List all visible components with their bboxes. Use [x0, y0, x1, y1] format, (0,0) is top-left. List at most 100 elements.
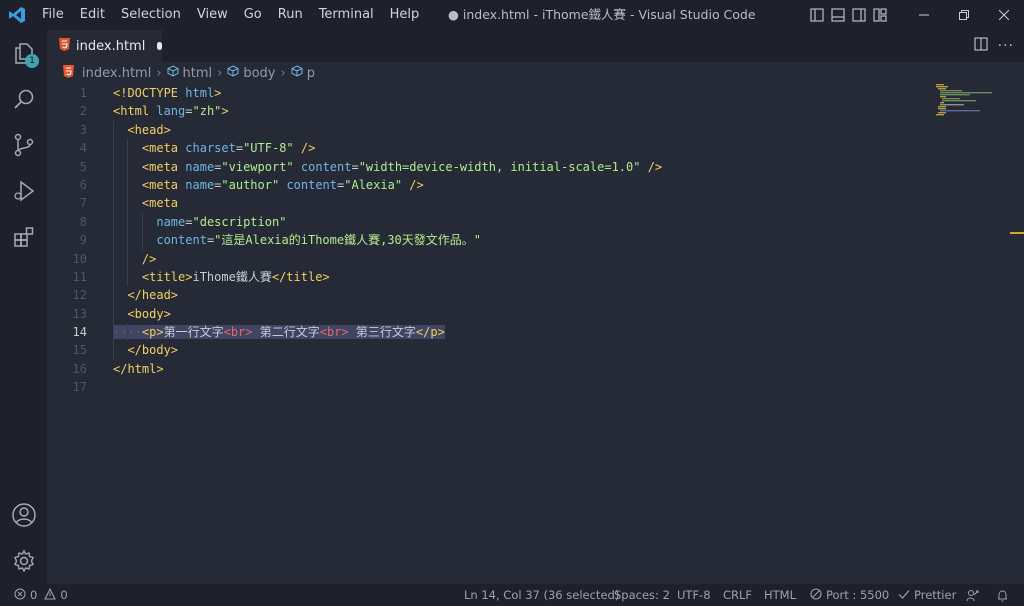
menu-help[interactable]: Help: [382, 0, 428, 30]
code-line[interactable]: <title>iThome鐵人賽</title>: [113, 267, 933, 287]
line-number: 3: [79, 122, 87, 137]
code-line[interactable]: <head>: [113, 120, 933, 140]
code-line[interactable]: <!DOCTYPE html>: [113, 84, 933, 102]
indent-guide: [113, 139, 114, 158]
code-token: />: [300, 141, 316, 156]
minimize-icon[interactable]: [904, 0, 944, 30]
code-token: <meta: [141, 159, 179, 174]
indent-guide: [113, 304, 114, 324]
indent-guide: [141, 212, 143, 232]
feedback-icon[interactable]: [966, 584, 979, 606]
more-actions-icon[interactable]: ···: [998, 38, 1014, 54]
line-number: 10: [72, 251, 87, 266]
code-line[interactable]: [113, 378, 933, 396]
encoding-setting[interactable]: UTF-8: [677, 584, 711, 606]
code-token: "author": [221, 177, 280, 192]
menu-go[interactable]: Go: [236, 0, 270, 30]
code-line[interactable]: <body>: [113, 304, 933, 324]
search-icon[interactable]: [0, 76, 47, 122]
menu-file[interactable]: File: [34, 0, 72, 30]
manage-gear-icon[interactable]: [0, 538, 47, 584]
indent-guide: [127, 157, 129, 176]
code-line[interactable]: <meta: [113, 194, 933, 213]
toggle-panel-icon[interactable]: [827, 0, 848, 30]
indent-guide: [113, 157, 114, 176]
code-editor[interactable]: <!DOCTYPE html> <html lang="zh"> <head> <…: [113, 84, 933, 397]
breadcrumb-file[interactable]: index.html: [63, 64, 151, 82]
accounts-icon[interactable]: [0, 492, 47, 538]
code-line[interactable]: content="這是Alexia的iThome鐵人賽,30天發文作品。": [113, 231, 933, 250]
extensions-icon[interactable]: [0, 214, 47, 260]
code-line[interactable]: <meta name="viewport" content="width=dev…: [113, 157, 933, 176]
breadcrumb-html[interactable]: html: [167, 65, 212, 81]
code-line[interactable]: </html>: [113, 360, 933, 378]
code-token: >: [214, 86, 222, 100]
tab-bar: index.html ···: [47, 30, 1024, 62]
menu-selection[interactable]: Selection: [113, 0, 189, 30]
live-server-port[interactable]: Port : 5500: [810, 584, 889, 606]
customize-layout-icon[interactable]: [869, 0, 890, 30]
code-token: "Alexia": [344, 177, 403, 192]
line-number: 7: [79, 196, 87, 211]
line-number: 4: [79, 141, 87, 156]
block-icon: [810, 587, 822, 603]
line-number: 8: [79, 214, 87, 229]
line-number: 9: [79, 233, 87, 248]
close-icon[interactable]: [984, 0, 1024, 30]
element-cube-icon: [291, 65, 303, 81]
title-bar: File Edit Selection View Go Run Terminal Help ●…: [0, 0, 1024, 30]
breadcrumb-p[interactable]: p: [291, 65, 315, 81]
menu-terminal[interactable]: Terminal: [311, 0, 382, 30]
code-line[interactable]: <html lang="zh">: [113, 102, 933, 120]
split-editor-icon[interactable]: [974, 37, 988, 55]
code-line[interactable]: <meta charset="UTF-8" />: [113, 139, 933, 158]
line-number: 1: [79, 86, 87, 100]
run-debug-icon[interactable]: [0, 168, 47, 214]
indent-guide: [113, 341, 114, 360]
problems-status[interactable]: 0 0: [14, 584, 68, 606]
code-line[interactable]: ····<p>第一行文字<br> 第二行文字<br> 第三行文字</p>: [113, 323, 933, 342]
breadcrumb-body[interactable]: body: [227, 65, 276, 81]
language-mode[interactable]: HTML: [764, 584, 796, 606]
element-cube-icon: [167, 65, 179, 81]
notifications-bell-icon[interactable]: [996, 584, 1009, 606]
toggle-secondary-sidebar-icon[interactable]: [848, 0, 869, 30]
tab-index-html[interactable]: index.html: [47, 30, 162, 62]
toggle-primary-sidebar-icon[interactable]: [806, 0, 827, 30]
code-token: name: [156, 214, 186, 229]
menu-view[interactable]: View: [189, 0, 236, 30]
indent-guide: [113, 120, 114, 140]
indentation-setting[interactable]: Spaces: 2: [614, 584, 670, 606]
code-token: />: [409, 177, 424, 192]
warning-icon: [44, 587, 57, 603]
cursor-position[interactable]: Ln 14, Col 37 (36 selected): [464, 584, 619, 606]
eol-setting[interactable]: CRLF: [723, 584, 752, 606]
line-number: 6: [79, 177, 87, 192]
explorer-icon[interactable]: 1: [0, 30, 47, 76]
indent-guide: [127, 175, 129, 195]
source-control-icon[interactable]: [0, 122, 47, 168]
code-line[interactable]: <meta name="author" content="Alexia" />: [113, 175, 933, 195]
code-token: />: [647, 159, 663, 174]
code-line[interactable]: name="description": [113, 212, 933, 232]
chevron-right-icon: ›: [280, 65, 286, 81]
restore-icon[interactable]: [944, 0, 984, 30]
unsaved-dot-icon[interactable]: [157, 42, 162, 50]
indent-guide: [141, 231, 143, 250]
code-line[interactable]: </body>: [113, 341, 933, 360]
code-token: charset: [185, 141, 236, 156]
prettier-status[interactable]: Prettier: [898, 584, 956, 606]
explorer-badge: 1: [25, 54, 39, 68]
minimap[interactable]: [934, 84, 1014, 124]
html5-file-icon: [59, 37, 70, 55]
code-line[interactable]: />: [113, 249, 933, 268]
indent-guide: [127, 249, 129, 268]
menu-edit[interactable]: Edit: [72, 0, 113, 30]
status-bar: 0 0 Ln 14, Col 37 (36 selected) Spaces: …: [0, 584, 1024, 606]
code-token: "這是Alexia的iThome鐵人賽,30天發文作品。": [214, 233, 481, 248]
menu-run[interactable]: Run: [270, 0, 311, 30]
code-line[interactable]: </head>: [113, 286, 933, 305]
error-icon: [14, 587, 26, 603]
